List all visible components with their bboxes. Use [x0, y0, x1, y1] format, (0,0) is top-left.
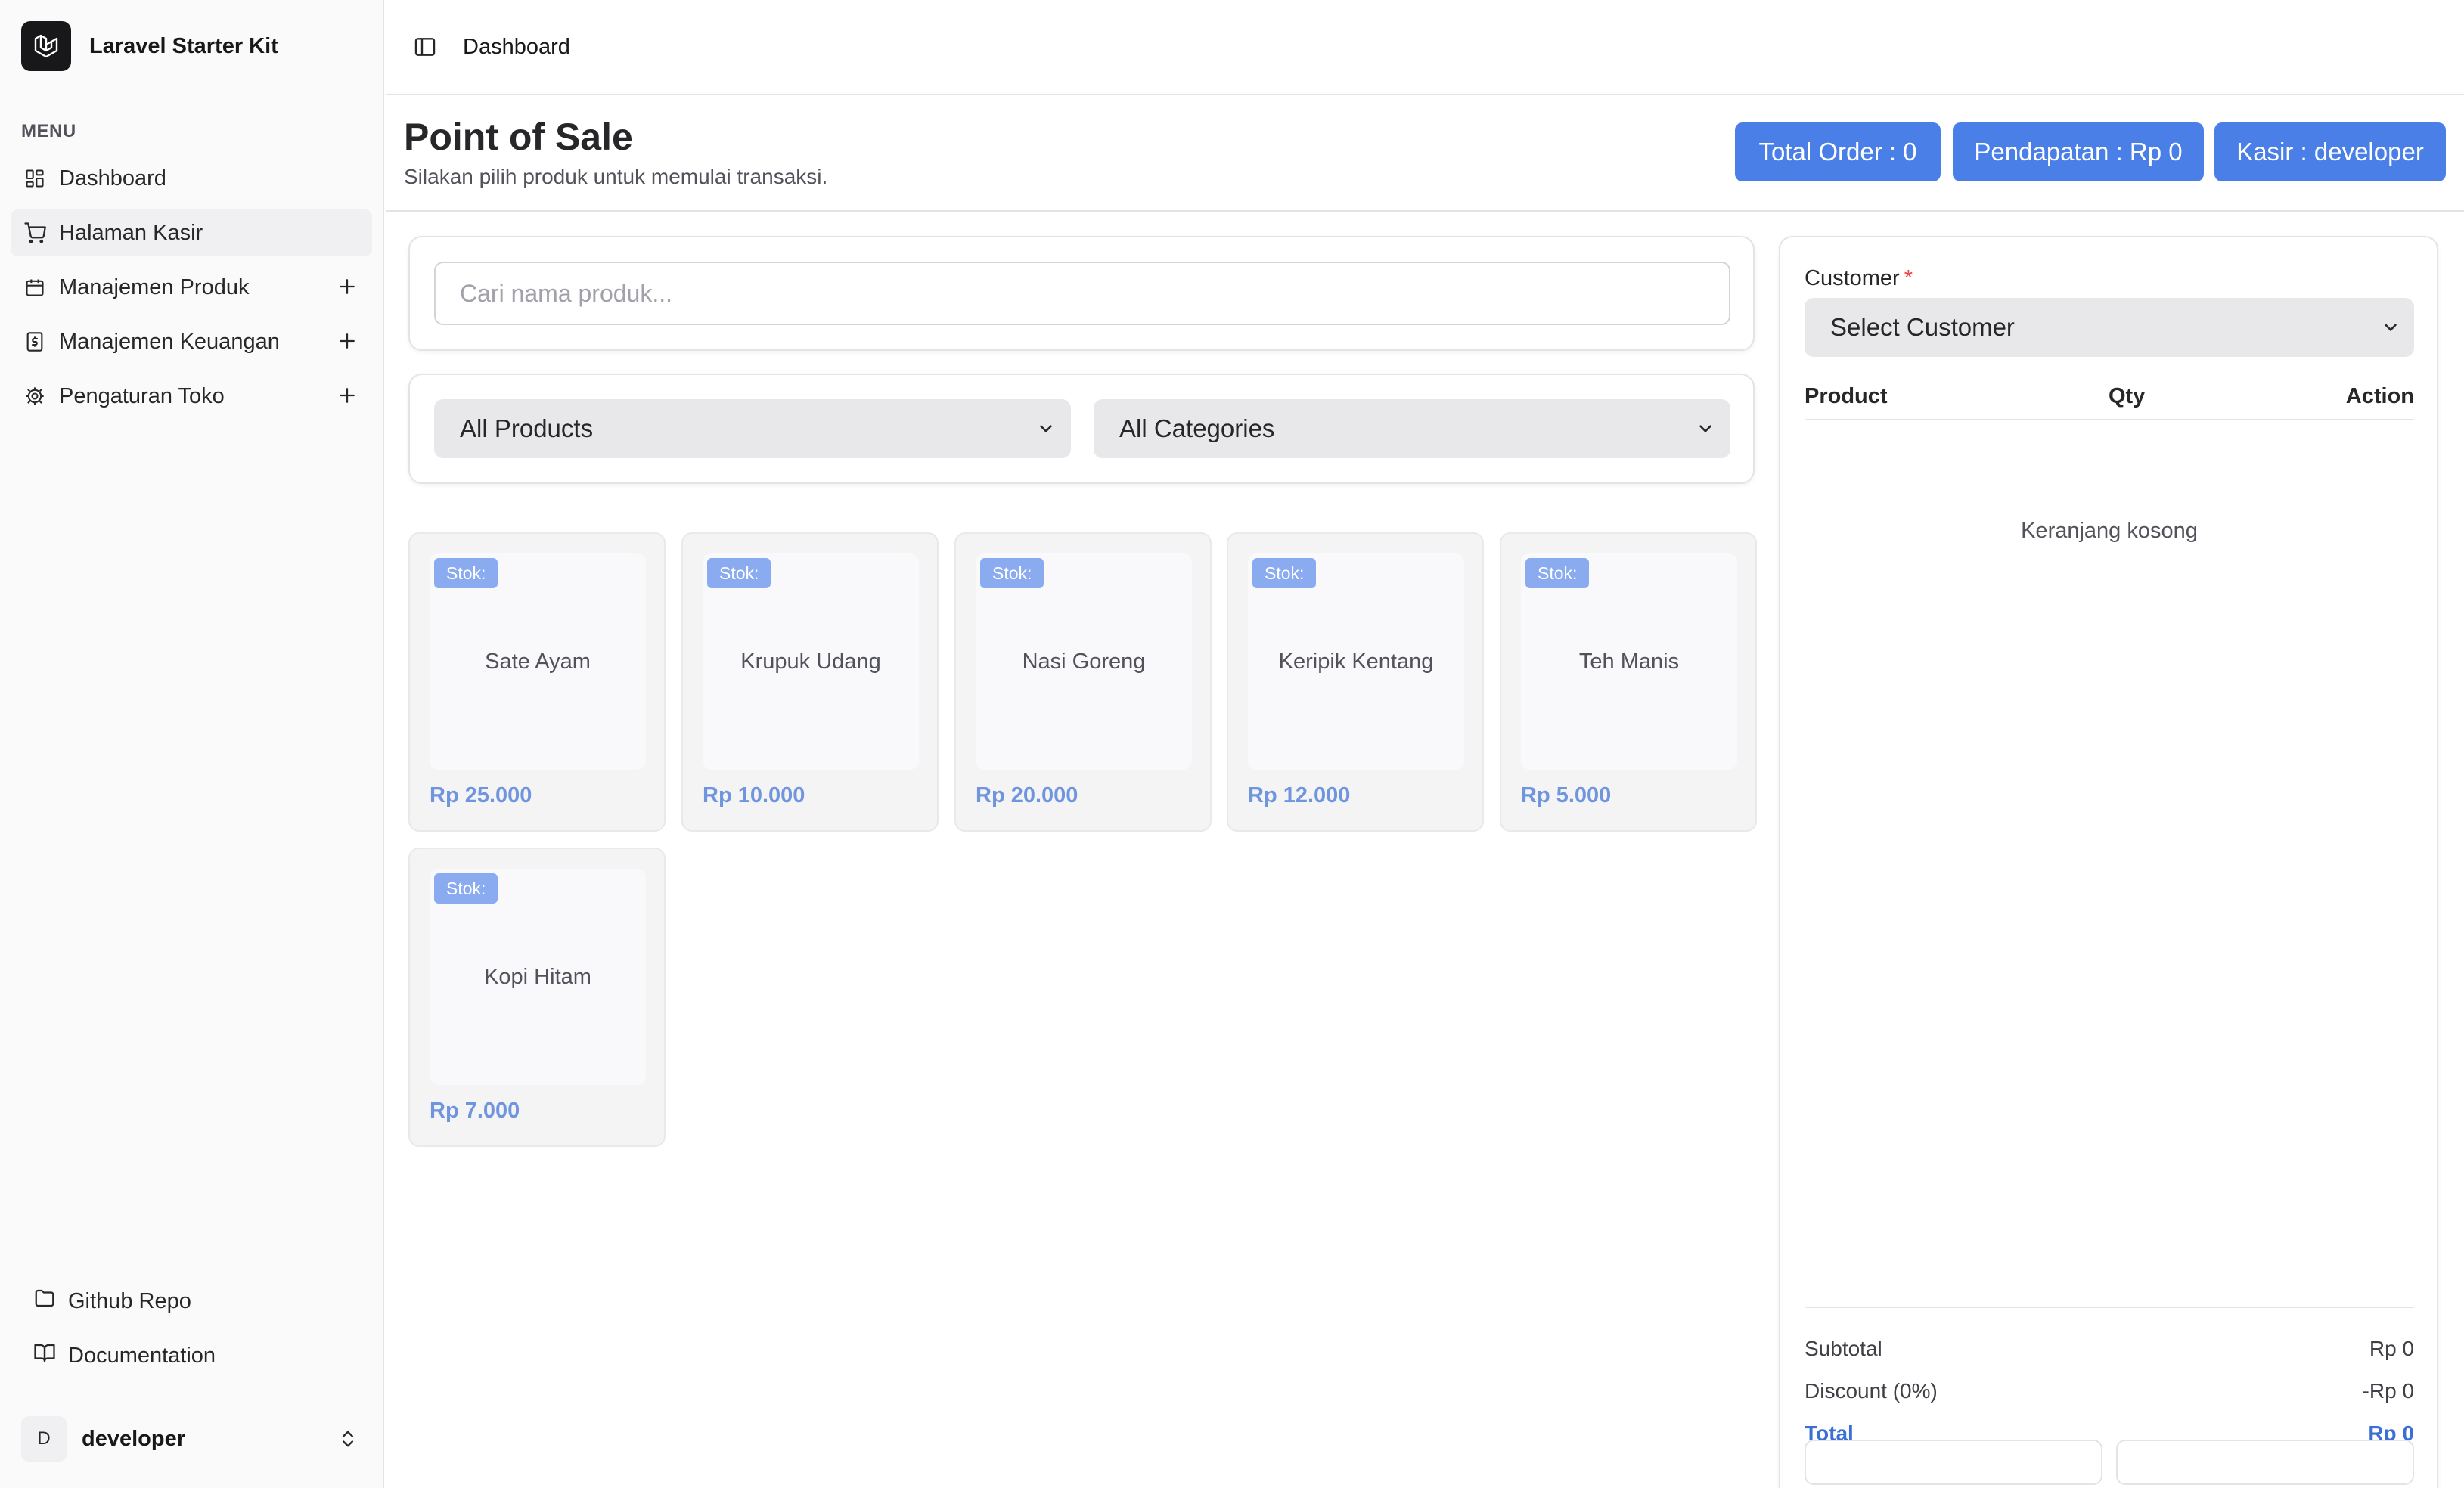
- user-name: developer: [82, 1426, 185, 1451]
- github-repo-link[interactable]: Github Repo: [23, 1278, 371, 1325]
- product-card[interactable]: Teh Manis Stok: Rp 5.000: [1500, 532, 1757, 832]
- product-name: Nasi Goreng: [1022, 649, 1146, 674]
- discount-label: Discount (0%): [1805, 1379, 1938, 1403]
- sidebar-item-dashboard[interactable]: Dashboard: [11, 155, 372, 202]
- subtotal-row: Subtotal Rp 0: [1805, 1337, 2414, 1367]
- top-bar: Dashboard: [386, 0, 2464, 95]
- sidebar-item-label: Manajemen Keuangan: [59, 329, 280, 354]
- chevron-down-icon: [1699, 425, 1711, 433]
- stock-badge: Stok:: [1252, 558, 1317, 588]
- sidebar-footer-links: Github Repo Documentation: [23, 1278, 371, 1387]
- kasir-badge[interactable]: Kasir : developer: [2214, 122, 2446, 181]
- customer-select[interactable]: Select Customer: [1805, 298, 2414, 357]
- chevrons-up-down-icon: [343, 1431, 353, 1447]
- sidebar-item-manajemen-keuangan[interactable]: Manajemen Keuangan: [11, 318, 372, 365]
- user-menu[interactable]: D developer: [21, 1414, 366, 1464]
- brand[interactable]: Laravel Starter Kit: [21, 21, 278, 71]
- discount-value: -Rp 0: [2362, 1379, 2414, 1403]
- github-repo-label: Github Repo: [68, 1288, 191, 1313]
- search-input[interactable]: [434, 262, 1730, 325]
- filter-panel: All Products All Categories: [408, 374, 1755, 484]
- product-price: Rp 5.000: [1521, 783, 1612, 808]
- stock-badge: Stok:: [1525, 558, 1590, 588]
- product-name: Sate Ayam: [485, 649, 591, 674]
- sidebar-item-pengaturan-toko[interactable]: Pengaturan Toko: [11, 373, 372, 420]
- documentation-label: Documentation: [68, 1343, 216, 1368]
- sidebar-nav: Dashboard Halaman Kasir Manajemen Produk: [11, 155, 372, 427]
- column-action: Action: [2345, 384, 2414, 408]
- cart-action-button[interactable]: [2116, 1440, 2414, 1485]
- page-subtitle: Silakan pilih produk untuk memulai trans…: [404, 165, 828, 188]
- product-price: Rp 7.000: [430, 1099, 520, 1123]
- sidebar-item-label: Dashboard: [59, 166, 166, 191]
- column-product: Product: [1805, 384, 1888, 408]
- product-card[interactable]: Nasi Goreng Stok: Rp 20.000: [954, 532, 1212, 832]
- product-card[interactable]: Kopi Hitam Stok: Rp 7.000: [408, 848, 666, 1147]
- page-title: Point of Sale: [404, 116, 633, 158]
- sidebar-item-label: Manajemen Produk: [59, 274, 250, 299]
- plus-icon[interactable]: [336, 384, 358, 407]
- customer-select-value: Select Customer: [1830, 313, 2015, 341]
- documentation-link[interactable]: Documentation: [23, 1332, 371, 1379]
- product-price: Rp 20.000: [976, 783, 1078, 808]
- stock-badge: Stok:: [707, 558, 771, 588]
- cart-empty-message: Keranjang kosong: [2021, 519, 2198, 543]
- stock-badge: Stok:: [434, 873, 498, 904]
- product-name: Keripik Kentang: [1278, 649, 1434, 674]
- product-name: Krupuk Udang: [740, 649, 881, 674]
- sidebar-item-halaman-kasir[interactable]: Halaman Kasir: [11, 209, 372, 256]
- cart-panel: Customer * Select Customer Product Qty Ac…: [1779, 236, 2438, 1488]
- discount-row: Discount (0%) -Rp 0: [1805, 1379, 2414, 1409]
- chevron-down-icon: [1040, 425, 1052, 433]
- search-panel: [408, 236, 1755, 351]
- avatar: D: [21, 1416, 67, 1462]
- product-name: Teh Manis: [1578, 649, 1680, 674]
- plus-icon[interactable]: [336, 275, 358, 298]
- sidebar-toggle-icon[interactable]: [411, 33, 439, 60]
- product-name: Kopi Hitam: [484, 964, 591, 989]
- subtotal-value: Rp 0: [2369, 1337, 2414, 1360]
- sidebar: Laravel Starter Kit MENU Dashboard Halam…: [0, 0, 384, 1488]
- sidebar-item-manajemen-produk[interactable]: Manajemen Produk: [11, 264, 372, 311]
- dashboard-grid-icon: [23, 166, 47, 191]
- required-mark: *: [1904, 266, 1913, 290]
- folder-icon: [33, 1287, 56, 1316]
- stock-badge: Stok:: [980, 558, 1044, 588]
- shopping-cart-icon: [23, 221, 47, 245]
- book-icon: [33, 1341, 56, 1370]
- dollar-receipt-icon: [23, 330, 47, 354]
- product-price: Rp 25.000: [430, 783, 532, 808]
- product-filter-select[interactable]: All Products: [434, 399, 1071, 458]
- customer-label: Customer *: [1805, 266, 1913, 291]
- category-filter-select[interactable]: All Categories: [1094, 399, 1730, 458]
- product-card[interactable]: Keripik Kentang Stok: Rp 12.000: [1227, 532, 1484, 832]
- cart-table-header: Product Qty Action: [1805, 378, 2414, 420]
- product-card[interactable]: Sate Ayam Stok: Rp 25.000: [408, 532, 666, 832]
- stock-badge: Stok:: [434, 558, 498, 588]
- customer-label-text: Customer: [1805, 266, 1900, 290]
- category-filter-value: All Categories: [1119, 414, 1275, 442]
- pendapatan-badge[interactable]: Pendapatan : Rp 0: [1953, 122, 2204, 181]
- product-card[interactable]: Krupuk Udang Stok: Rp 10.000: [681, 532, 939, 832]
- laravel-logo-icon: [21, 21, 71, 71]
- column-qty: Qty: [2109, 384, 2146, 408]
- product-filter-value: All Products: [460, 414, 594, 442]
- product-price: Rp 10.000: [703, 783, 805, 808]
- calendar-box-icon: [23, 275, 47, 299]
- breadcrumb[interactable]: Dashboard: [463, 35, 570, 60]
- sidebar-item-label: Halaman Kasir: [59, 220, 203, 245]
- menu-heading: MENU: [21, 121, 76, 141]
- product-price: Rp 12.000: [1248, 783, 1351, 808]
- sidebar-item-label: Pengaturan Toko: [59, 383, 225, 408]
- total-order-badge[interactable]: Total Order : 0: [1735, 122, 1941, 181]
- subtotal-label: Subtotal: [1805, 1337, 1882, 1360]
- plus-icon[interactable]: [336, 330, 358, 352]
- cart-action-button[interactable]: [1805, 1440, 2102, 1485]
- divider: [1805, 1307, 2414, 1308]
- page-header: Point of Sale Silakan pilih produk untuk…: [386, 97, 2464, 212]
- gear-icon: [23, 384, 47, 408]
- chevron-down-icon: [2385, 324, 2397, 332]
- app-name: Laravel Starter Kit: [89, 33, 278, 58]
